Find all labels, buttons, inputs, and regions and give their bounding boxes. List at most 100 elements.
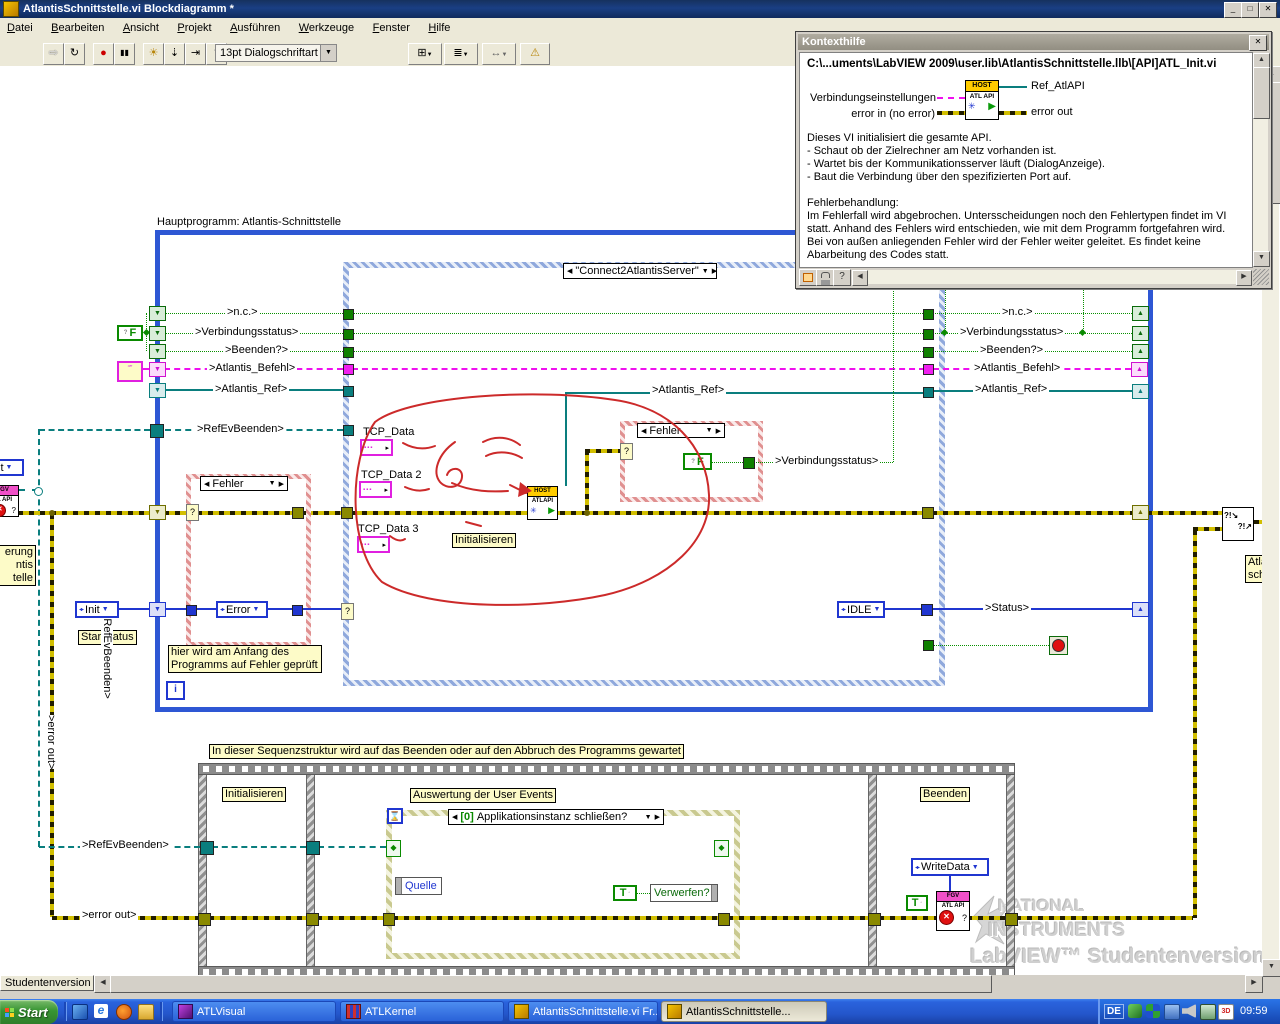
- quicklaunch-app-icon[interactable]: [72, 1004, 88, 1020]
- highlight-execution-icon[interactable]: ☀: [143, 43, 164, 65]
- task-atlantisschnittstelle-front[interactable]: AtlantisSchnittstelle.vi Fr...: [508, 1001, 658, 1022]
- cluster-constant-tcp-data[interactable]: ▪▪▪ ▸: [360, 439, 393, 456]
- menu-bearbeiten[interactable]: Bearbeiten: [44, 18, 111, 34]
- run-continuous-icon[interactable]: ↻: [64, 43, 85, 65]
- case-dropdown-icon[interactable]: ▼: [706, 427, 713, 434]
- cluster-constant-tcp-data-2[interactable]: ▪▪▪ ▸: [359, 481, 392, 498]
- boolean-false-constant-2[interactable]: ? F: [683, 453, 712, 470]
- help-diagram-button[interactable]: [799, 269, 817, 286]
- case-next-icon[interactable]: ▶: [655, 813, 660, 821]
- hscroll-thumb[interactable]: [110, 975, 992, 993]
- quicklaunch-ie-icon[interactable]: e: [94, 1004, 108, 1018]
- case-selector-fehler-2[interactable]: ◀ Fehler ▼ ▶: [637, 423, 725, 438]
- case-prev-icon[interactable]: ◀: [452, 813, 457, 821]
- tray-xear3d-icon[interactable]: 3D: [1218, 1004, 1234, 1020]
- shift-register-ref-right[interactable]: ▲: [1132, 384, 1149, 399]
- string-constant[interactable]: “”: [117, 361, 143, 382]
- case-prev-icon[interactable]: ◀: [641, 427, 646, 435]
- event-data-node-quelle[interactable]: Quelle: [395, 877, 442, 895]
- stop-button-terminal[interactable]: [1049, 636, 1068, 655]
- shift-register-state[interactable]: ▼: [149, 602, 166, 617]
- tray-shield-icon[interactable]: [1128, 1004, 1142, 1018]
- enum-init[interactable]: ◂▸ Init ▼: [75, 601, 119, 618]
- task-atlkernel[interactable]: ATLKernel: [340, 1001, 504, 1022]
- start-button[interactable]: Start: [0, 1000, 58, 1024]
- menu-ansicht[interactable]: Ansicht: [116, 18, 166, 34]
- context-help-close-icon[interactable]: ✕: [1249, 35, 1267, 51]
- shift-register-error-left[interactable]: ▼: [149, 505, 166, 520]
- dynamic-event-terminal-left[interactable]: ◆: [386, 840, 401, 857]
- shift-register-beenden-left[interactable]: ▼: [149, 344, 166, 359]
- close-button[interactable]: ✕: [1259, 2, 1277, 18]
- event-selector[interactable]: ◀ [0] Applikationsinstanz schließen? ▼ ▶: [448, 809, 664, 825]
- shift-register-error-right[interactable]: ▲: [1132, 505, 1149, 520]
- tray-language-indicator[interactable]: DE: [1104, 1004, 1124, 1019]
- menu-werkzeuge[interactable]: Werkzeuge: [292, 18, 361, 34]
- case-dropdown-icon[interactable]: ▼: [645, 814, 652, 821]
- shift-register-befehl-left[interactable]: ▼: [149, 362, 166, 377]
- quicklaunch-folder-icon[interactable]: [138, 1004, 154, 1020]
- shift-register-status[interactable]: ▲: [1132, 602, 1149, 617]
- tray-display-icon[interactable]: [1200, 1004, 1216, 1020]
- tray-x-icon[interactable]: [1146, 1004, 1160, 1018]
- boolean-false-constant[interactable]: ? F: [117, 325, 143, 341]
- menu-fenster[interactable]: Fenster: [366, 18, 417, 34]
- shift-register-nc-left[interactable]: ▼: [149, 306, 166, 321]
- navigation-tab[interactable]: Studentenversion: [0, 975, 94, 991]
- menu-projekt[interactable]: Projekt: [170, 18, 218, 34]
- help-vscroll-thumb[interactable]: [1253, 67, 1270, 119]
- shift-register-verbindungsstatus-left[interactable]: ▼: [149, 326, 166, 341]
- case-structure-fehler-1[interactable]: [186, 474, 311, 647]
- shift-register-beenden-right[interactable]: ▲: [1132, 344, 1149, 359]
- tray-network-icon[interactable]: [1164, 1004, 1180, 1020]
- shift-register-befehl-right[interactable]: ▲: [1131, 362, 1148, 377]
- case-next-icon[interactable]: ▶: [279, 480, 284, 488]
- vi-icon-fgv-clipped[interactable]: GV L API ✕?: [0, 485, 19, 517]
- boolean-true-constant[interactable]: T ▫: [613, 885, 637, 901]
- help-resize-grip[interactable]: [1253, 269, 1269, 285]
- case-dropdown-icon[interactable]: ▼: [702, 268, 709, 275]
- merge-errors-node[interactable]: ?!↘ ?!↗: [1222, 507, 1254, 541]
- font-dropdown-icon[interactable]: ▼: [320, 45, 336, 61]
- enum-clipped-left[interactable]: it▼: [0, 459, 24, 476]
- maximize-button[interactable]: □: [1241, 2, 1259, 18]
- vi-icon-atl-init[interactable]: HOST ATLAPI ✳ ▶: [527, 486, 558, 520]
- font-selector[interactable]: 13pt Dialogschriftart ▼: [215, 44, 337, 62]
- shift-register-nc-right[interactable]: ▲: [1132, 306, 1149, 321]
- help-hscroll-left-icon[interactable]: ◀: [852, 270, 868, 286]
- abort-icon[interactable]: ●: [93, 43, 114, 65]
- boolean-true-constant-2[interactable]: T ▫: [906, 895, 928, 911]
- vscroll-down-icon[interactable]: ▼: [1262, 959, 1280, 977]
- pause-icon[interactable]: ▮▮: [114, 43, 135, 65]
- hscroll-right-icon[interactable]: ▶: [1245, 975, 1263, 993]
- cleanup-diagram-icon[interactable]: ⚠: [520, 43, 550, 65]
- case-next-icon[interactable]: ▶: [716, 427, 721, 435]
- case-dropdown-icon[interactable]: ▼: [269, 480, 276, 487]
- menu-datei[interactable]: Datei: [0, 18, 40, 34]
- distribute-objects-icon[interactable]: ≣▼: [444, 43, 478, 65]
- context-help-titlebar[interactable]: Kontexthilfe: [798, 34, 1269, 50]
- help-help-button[interactable]: ?: [833, 269, 851, 286]
- enum-error[interactable]: ◂▸ Error ▼: [216, 601, 268, 618]
- title-bar[interactable]: AtlantisSchnittstelle.vi Blockdiagramm *…: [0, 0, 1280, 18]
- quicklaunch-mediaplayer-icon[interactable]: [116, 1004, 132, 1020]
- task-atlvisual[interactable]: ATLVisual: [172, 1001, 336, 1022]
- menu-hilfe[interactable]: Hilfe: [421, 18, 457, 34]
- enum-idle[interactable]: ◂▸ IDLE ▼: [837, 601, 885, 618]
- context-help-window[interactable]: Kontexthilfe ✕ C:\...uments\LabVIEW 2009…: [795, 31, 1272, 289]
- vi-icon-fgv-writedata[interactable]: FGV ATL API ✕?: [936, 891, 970, 931]
- help-hscroll-right-icon[interactable]: ▶: [1236, 270, 1252, 286]
- case-selector-fehler-1[interactable]: ◀ Fehler ▼ ▶: [200, 476, 288, 491]
- step-into-icon[interactable]: ⇣: [164, 43, 185, 65]
- minimize-button[interactable]: _: [1224, 2, 1242, 18]
- menu-ausfuehren[interactable]: Ausführen: [223, 18, 287, 34]
- task-atlantisschnittstelle-block[interactable]: AtlantisSchnittstelle...: [661, 1001, 827, 1022]
- shift-register-ref-left[interactable]: ▼: [149, 383, 166, 398]
- resize-objects-icon[interactable]: ↔▼: [482, 43, 516, 65]
- dynamic-event-terminal-right[interactable]: ◆: [714, 840, 729, 857]
- case-selector-main[interactable]: ◀ "Connect2AtlantisServer" ▼ ▶: [563, 263, 717, 279]
- shift-register-verbindungsstatus-right[interactable]: ▲: [1132, 326, 1149, 341]
- case-prev-icon[interactable]: ◀: [204, 480, 209, 488]
- enum-writedata[interactable]: ◂▸ WriteData ▼: [911, 858, 989, 876]
- help-vscroll-down-icon[interactable]: ▼: [1253, 251, 1270, 267]
